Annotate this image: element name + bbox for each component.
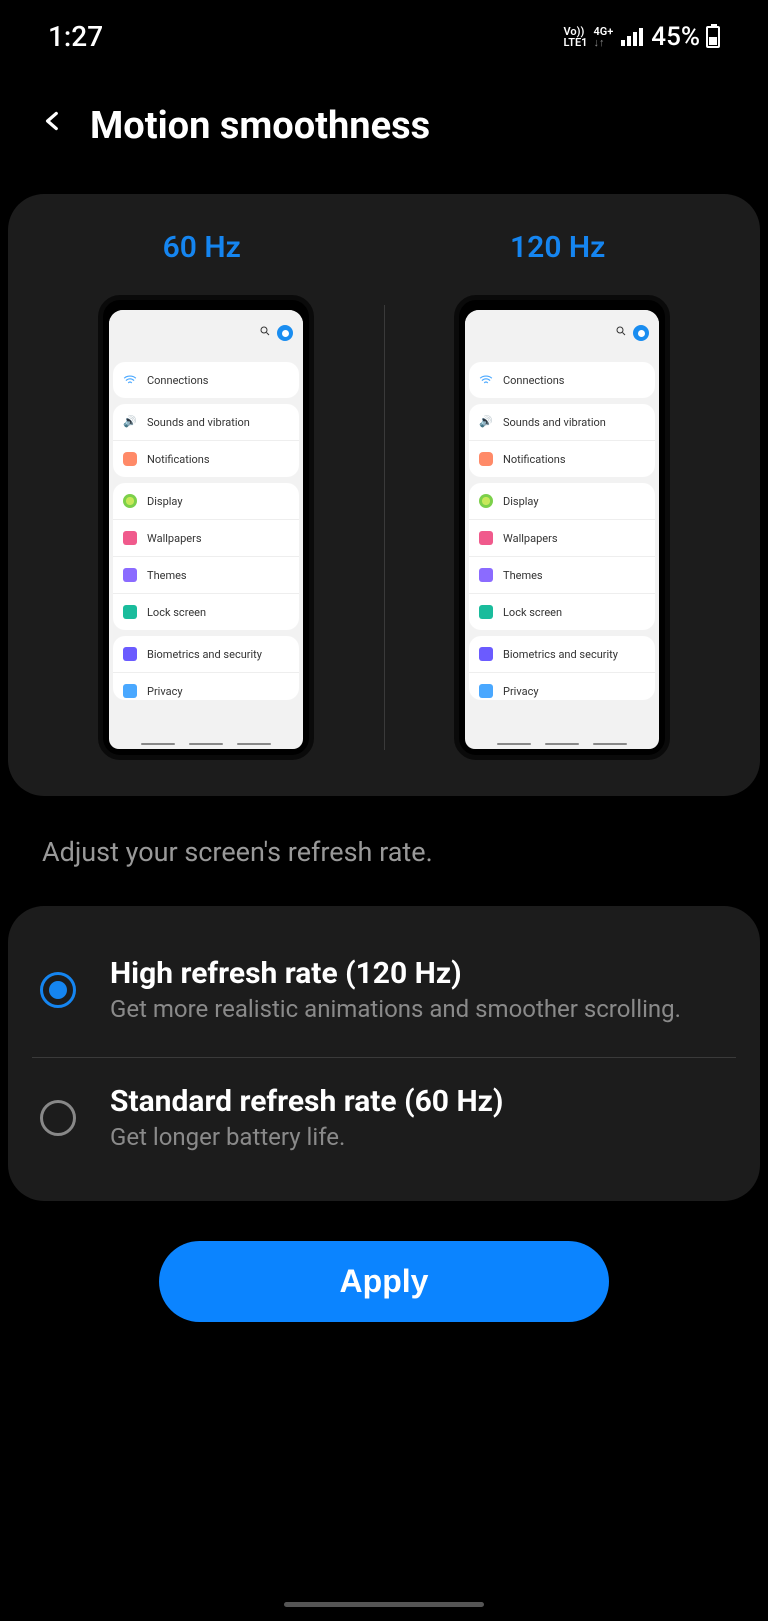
list-item-label: Themes xyxy=(147,569,187,582)
description-text: Adjust your screen's refresh rate. xyxy=(0,796,768,878)
list-item-label: Privacy xyxy=(147,685,183,698)
radio-unselected-icon[interactable] xyxy=(40,1100,76,1136)
signal-icon xyxy=(621,28,643,46)
option-subtitle: Get longer battery life. xyxy=(110,1123,503,1151)
hz-60-label: 60 Hz xyxy=(163,230,241,265)
list-item-label: Biometrics and security xyxy=(147,648,262,661)
wifi-icon xyxy=(479,373,493,387)
option-standard-refresh[interactable]: Standard refresh rate (60 Hz) Get longer… xyxy=(32,1064,736,1171)
display-icon xyxy=(479,494,493,508)
search-icon xyxy=(615,325,627,341)
list-item-label: Themes xyxy=(503,569,543,582)
list-item-label: Sounds and vibration xyxy=(147,416,250,429)
display-icon xyxy=(123,494,137,508)
option-title: Standard refresh rate (60 Hz) xyxy=(110,1084,503,1119)
list-item-label: Lock screen xyxy=(503,606,562,619)
wifi-icon xyxy=(123,373,137,387)
status-right: Vo)) LTE1 4G+ ↓↑ 45% xyxy=(564,22,720,52)
status-bar: 1:27 Vo)) LTE1 4G+ ↓↑ 45% xyxy=(0,0,768,63)
list-item-label: Display xyxy=(503,495,539,508)
hz-120-label: 120 Hz xyxy=(510,230,605,265)
list-item-label: Wallpapers xyxy=(503,532,558,545)
preview-panel: 60 Hz 120 Hz Connections 🔊 Sounds and vib… xyxy=(8,194,760,796)
list-item-label: Lock screen xyxy=(147,606,206,619)
list-item-label: Sounds and vibration xyxy=(503,416,606,429)
option-title: High refresh rate (120 Hz) xyxy=(110,956,681,991)
network-indicator: 4G+ ↓↑ xyxy=(593,26,613,48)
lock-icon xyxy=(123,605,137,619)
options-panel: High refresh rate (120 Hz) Get more real… xyxy=(8,906,760,1201)
shield-icon xyxy=(123,647,137,661)
option-high-refresh[interactable]: High refresh rate (120 Hz) Get more real… xyxy=(32,936,736,1058)
home-indicator[interactable] xyxy=(284,1602,484,1607)
privacy-icon xyxy=(123,684,137,698)
list-item-label: Connections xyxy=(147,374,208,387)
apply-button[interactable]: Apply xyxy=(159,1241,609,1322)
wallpapers-icon xyxy=(479,531,493,545)
privacy-icon xyxy=(479,684,493,698)
avatar-icon xyxy=(277,325,293,341)
list-item-label: Biometrics and security xyxy=(503,648,618,661)
status-time: 1:27 xyxy=(48,20,103,53)
notifications-icon xyxy=(123,452,137,466)
header: Motion smoothness xyxy=(0,63,768,178)
shield-icon xyxy=(479,647,493,661)
radio-selected-icon[interactable] xyxy=(40,972,76,1008)
volte-indicator: Vo)) LTE1 xyxy=(564,26,588,48)
battery-percentage: 45% xyxy=(651,22,700,52)
themes-icon xyxy=(479,568,493,582)
wallpapers-icon xyxy=(123,531,137,545)
vertical-divider xyxy=(384,305,385,750)
themes-icon xyxy=(123,568,137,582)
list-item-label: Notifications xyxy=(147,453,210,466)
notifications-icon xyxy=(479,452,493,466)
sound-icon: 🔊 xyxy=(123,415,137,429)
list-item-label: Wallpapers xyxy=(147,532,202,545)
lock-icon xyxy=(479,605,493,619)
option-subtitle: Get more realistic animations and smooth… xyxy=(110,995,681,1023)
battery-icon xyxy=(706,26,720,48)
nav-bar-icon xyxy=(141,743,271,745)
list-item-label: Display xyxy=(147,495,183,508)
avatar-icon xyxy=(633,325,649,341)
list-item-label: Connections xyxy=(503,374,564,387)
list-item-label: Privacy xyxy=(503,685,539,698)
list-item-label: Notifications xyxy=(503,453,566,466)
back-button[interactable] xyxy=(40,103,66,148)
page-title: Motion smoothness xyxy=(90,104,430,148)
phone-preview-120hz: Connections 🔊 Sounds and vibration Notifi… xyxy=(454,295,670,760)
sound-icon: 🔊 xyxy=(479,415,493,429)
phone-preview-60hz: Connections 🔊 Sounds and vibration Notifi… xyxy=(98,295,314,760)
nav-bar-icon xyxy=(497,743,627,745)
search-icon xyxy=(259,325,271,341)
